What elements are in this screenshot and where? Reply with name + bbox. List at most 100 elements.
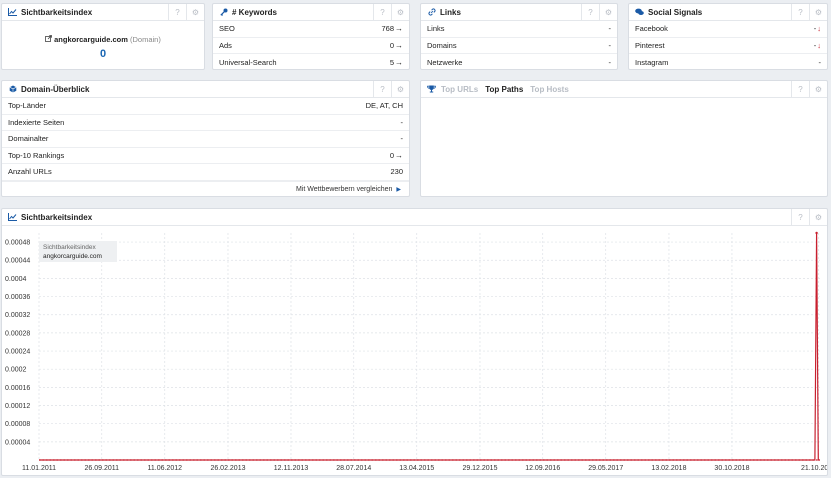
row-value: DE, AT, CH (365, 101, 403, 111)
widget-title: # Keywords (232, 7, 277, 17)
widget-header: # Keywords ? ⚙ (213, 4, 409, 21)
chat-bubbles-icon (635, 8, 644, 16)
widget-header: Domain-Überblick ? ⚙ (2, 81, 409, 98)
x-tick-label: 29.12.2015 (462, 465, 497, 472)
keyword-row-universal[interactable]: Universal-Search 5→ (213, 54, 409, 71)
widget-header: Sichtbarkeitsindex ? ⚙ (2, 209, 827, 226)
triangle-right-icon: ▶ (396, 186, 401, 193)
external-link-icon[interactable] (45, 35, 54, 44)
x-tick-label: 26.09.2011 (84, 465, 119, 472)
row-value: 230 (390, 167, 403, 177)
domain-name-link[interactable]: angkorcarguide.com (54, 35, 128, 44)
help-icon[interactable]: ? (791, 209, 809, 225)
tab-bar: Top URLs Top Paths Top Hosts (441, 85, 569, 94)
y-tick-label: 0.00028 (5, 330, 30, 337)
row-label: Domainalter (8, 134, 49, 144)
gear-icon[interactable]: ⚙ (809, 81, 827, 97)
gear-icon[interactable]: ⚙ (391, 81, 409, 97)
y-tick-label: 0.00032 (5, 312, 30, 319)
top10-rankings-row[interactable]: Top-10 Rankings 0→ (2, 148, 409, 164)
pinterest-row[interactable]: Pinterest -↓ (629, 38, 827, 54)
url-count-row: Anzahl URLs 230 (2, 164, 409, 181)
facebook-row[interactable]: Facebook -↓ (629, 21, 827, 38)
visibility-chart-widget: Sichtbarkeitsindex ? ⚙ 0.00048 0.00044 0.0… (1, 208, 831, 476)
row-label: Facebook (635, 24, 668, 34)
keywords-widget: # Keywords ? ⚙ SEO 768→ Ads 0→ Universal… (212, 3, 410, 70)
help-icon[interactable]: ? (581, 4, 599, 20)
arrow-right-icon[interactable]: → (395, 41, 403, 50)
social-signals-widget: Social Signals ? ⚙ Facebook -↓ Pinterest… (628, 3, 828, 70)
row-value: - (608, 40, 612, 50)
gear-icon[interactable]: ⚙ (599, 4, 617, 20)
gear-icon[interactable]: ⚙ (391, 4, 409, 20)
row-label: Instagram (635, 57, 669, 67)
top-pages-widget: Top URLs Top Paths Top Hosts ? ⚙ (420, 80, 828, 197)
arrow-right-icon[interactable]: → (395, 151, 403, 160)
instagram-row[interactable]: Instagram - (629, 54, 827, 71)
domains-row[interactable]: Domains - (421, 38, 617, 54)
keyword-row-seo[interactable]: SEO 768→ (213, 21, 409, 38)
x-tick-label: 12.09.2016 (525, 465, 560, 472)
gear-icon[interactable]: ⚙ (809, 4, 827, 20)
row-value: 0 (389, 150, 394, 160)
y-tick-label: 0.00008 (5, 421, 30, 428)
domain-suffix: (Domain) (129, 35, 161, 44)
legend-domain: angkorcarguide.com (43, 253, 102, 260)
domain-overview-widget: Domain-Überblick ? ⚙ Top-Länder DE, AT, … (1, 80, 410, 197)
x-tick-label: 13.04.2015 (399, 465, 434, 472)
widget-title: Links (440, 7, 461, 17)
help-icon[interactable]: ? (373, 4, 391, 20)
gear-icon[interactable]: ⚙ (809, 209, 827, 225)
row-label: Domains (427, 40, 457, 50)
tab-top-hosts[interactable]: Top Hosts (530, 85, 569, 94)
row-label: Netzwerke (427, 57, 463, 67)
widget-header: Sichtbarkeitsindex ? ⚙ (2, 4, 204, 21)
chart-area[interactable]: 0.00048 0.00044 0.0004 0.00036 0.00032 0.0002… (2, 227, 831, 476)
keyword-row-ads[interactable]: Ads 0→ (213, 38, 409, 54)
y-tick-label: 0.00012 (5, 403, 30, 410)
row-label: Top-10 Rankings (8, 150, 65, 160)
domain-age-row: Domainalter - (2, 131, 409, 148)
link-icon (427, 8, 436, 16)
domain-line: angkorcarguide.com (Domain) (2, 35, 204, 44)
arrow-right-icon[interactable]: → (395, 58, 403, 67)
help-icon[interactable]: ? (791, 81, 809, 97)
links-row[interactable]: Links - (421, 21, 617, 38)
arrow-down-icon: ↓ (817, 40, 821, 50)
visibility-value[interactable]: 0 (2, 48, 204, 60)
y-tick-label: 0.00048 (5, 240, 30, 247)
row-value: - (813, 40, 817, 50)
compare-competitors-link[interactable]: Mit Wettbewerbern vergleichen ▶ (2, 180, 409, 197)
help-icon[interactable]: ? (168, 4, 186, 20)
networks-row[interactable]: Netzwerke - (421, 54, 617, 71)
widget-title: Social Signals (648, 7, 703, 17)
x-tick-label: 12.11.2013 (274, 465, 309, 472)
line-chart-icon (8, 8, 17, 16)
help-icon[interactable]: ? (791, 4, 809, 20)
gear-icon[interactable]: ⚙ (186, 4, 204, 20)
line-chart-icon (8, 213, 17, 221)
row-label: Top-Länder (8, 101, 46, 111)
widget-title: Sichtbarkeitsindex (21, 7, 93, 17)
visibility-line-chart[interactable]: 0.00048 0.00044 0.0004 0.00036 0.00032 0.0002… (2, 227, 831, 476)
series-point (815, 231, 818, 235)
top-countries-row: Top-Länder DE, AT, CH (2, 98, 409, 115)
tab-top-urls[interactable]: Top URLs (441, 85, 478, 94)
row-value: - (608, 24, 612, 34)
row-value: 768 (381, 24, 394, 34)
x-tick-label: 11.06.2012 (147, 465, 182, 472)
y-tick-label: 0.00044 (5, 258, 30, 265)
row-value: - (400, 134, 404, 144)
tab-top-paths[interactable]: Top Paths (485, 85, 523, 94)
series-line-angkorcarguide (39, 232, 820, 461)
help-icon[interactable]: ? (373, 81, 391, 97)
visibility-index-widget: Sichtbarkeitsindex ? ⚙ angkorcarguide.co… (1, 3, 205, 70)
y-tick-label: 0.00016 (5, 385, 30, 392)
arrow-right-icon[interactable]: → (395, 24, 403, 33)
row-value: - (813, 24, 817, 34)
chart-tooltip-legend: Sichtbarkeitsindex angkorcarguide.com (39, 241, 117, 262)
cube-icon (8, 85, 17, 93)
key-icon (219, 8, 228, 16)
trophy-icon (427, 85, 436, 93)
y-tick-label: 0.00004 (5, 439, 30, 446)
